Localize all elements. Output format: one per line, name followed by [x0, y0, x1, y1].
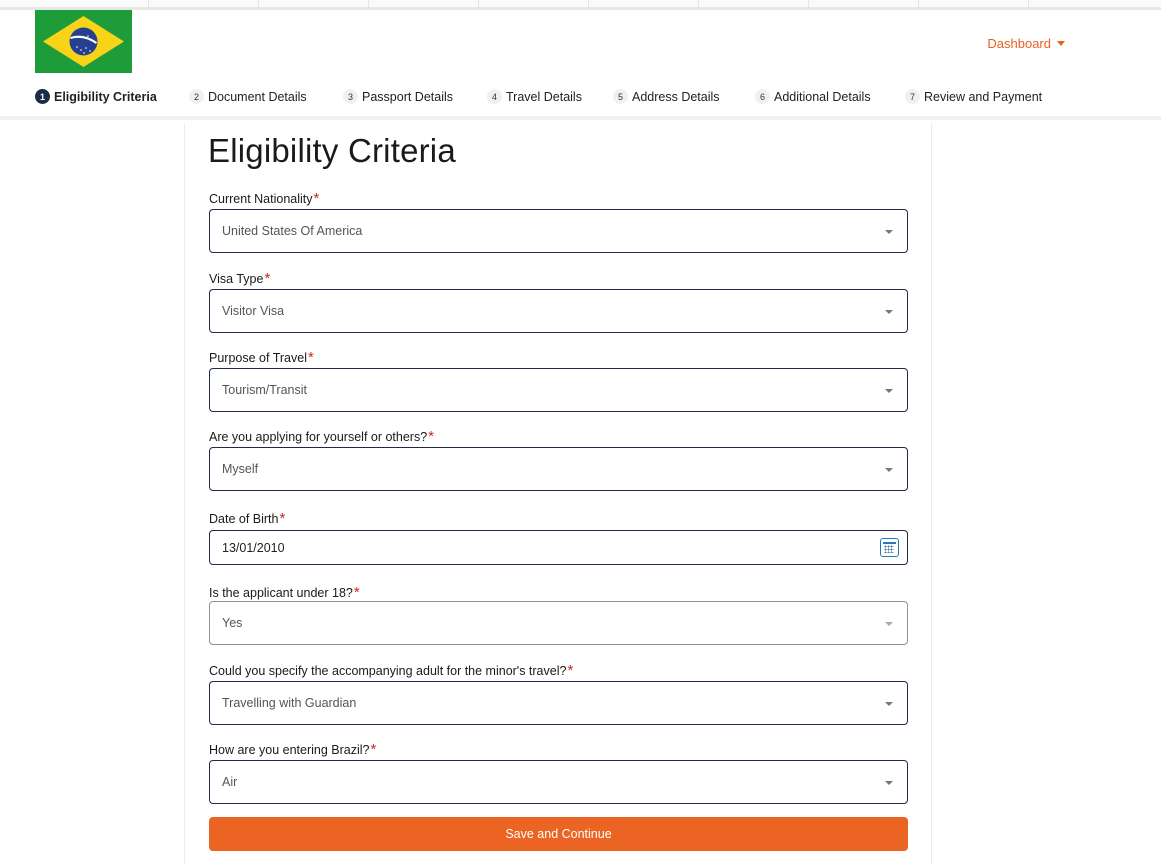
label-text: Visa Type: [209, 272, 264, 286]
step-label: Eligibility Criteria: [54, 89, 157, 104]
step-address-details[interactable]: 5 Address Details: [613, 89, 720, 104]
required-mark: *: [313, 190, 320, 207]
chevron-down-icon: [885, 622, 893, 626]
caret-down-icon: [1057, 41, 1065, 46]
nationality-select[interactable]: United States Of America: [209, 209, 908, 253]
form-panel: Eligibility Criteria Current Nationality…: [184, 124, 932, 864]
field-label-date-of-birth: Date of Birth*: [209, 510, 285, 527]
step-document-details[interactable]: 2 Document Details: [189, 89, 307, 104]
step-label: Passport Details: [362, 89, 454, 104]
selected-value: Yes: [222, 616, 243, 630]
field-label-entry-mode: How are you entering Brazil?*: [209, 741, 376, 758]
entry-mode-select[interactable]: Air: [209, 760, 908, 804]
save-and-continue-button[interactable]: Save and Continue: [209, 817, 908, 851]
label-text: Date of Birth: [209, 512, 279, 526]
label-text: Current Nationality: [209, 192, 313, 206]
field-label-purpose: Purpose of Travel*: [209, 349, 314, 366]
step-label: Travel Details: [506, 89, 582, 104]
top-strip: [0, 0, 1161, 10]
label-text: Could you specify the accompanying adult…: [209, 664, 567, 678]
step-passport-details[interactable]: 3 Passport Details: [343, 89, 453, 104]
field-label-nationality: Current Nationality*: [209, 190, 319, 207]
visa-type-select[interactable]: Visitor Visa: [209, 289, 908, 333]
chevron-down-icon: [885, 230, 893, 234]
required-mark: *: [264, 270, 271, 287]
field-label-accompanying-adult: Could you specify the accompanying adult…: [209, 662, 573, 679]
required-mark: *: [353, 584, 360, 601]
step-number: 1: [35, 89, 50, 104]
step-number: 3: [343, 89, 358, 104]
site-header: Dashboard: [0, 10, 1161, 76]
step-number: 7: [905, 89, 920, 104]
step-number: 4: [487, 89, 502, 104]
step-review-and-payment[interactable]: 7 Review and Payment: [905, 89, 1042, 104]
required-mark: *: [567, 662, 574, 679]
step-number: 6: [755, 89, 770, 104]
required-mark: *: [307, 349, 314, 366]
chevron-down-icon: [885, 310, 893, 314]
selected-value: United States Of America: [222, 224, 363, 238]
step-label: Review and Payment: [924, 89, 1043, 104]
field-label-applying-for: Are you applying for yourself or others?…: [209, 428, 434, 445]
required-mark: *: [279, 510, 286, 527]
applying-for-select[interactable]: Myself: [209, 447, 908, 491]
label-text: How are you entering Brazil?: [209, 743, 370, 757]
label-text: Are you applying for yourself or others?: [209, 430, 428, 444]
chevron-down-icon: [885, 389, 893, 393]
label-text: Is the applicant under 18?: [209, 586, 353, 600]
step-label: Document Details: [208, 89, 307, 104]
date-of-birth-input[interactable]: 13/01/2010: [209, 530, 908, 565]
page-title: Eligibility Criteria: [208, 132, 456, 169]
step-label: Additional Details: [774, 89, 871, 104]
dashboard-menu[interactable]: Dashboard: [987, 36, 1065, 51]
field-label-under-18: Is the applicant under 18?*: [209, 584, 360, 601]
under-18-select[interactable]: Yes: [209, 601, 908, 645]
dashboard-label: Dashboard: [987, 36, 1051, 51]
required-mark: *: [428, 428, 435, 445]
selected-value: Tourism/Transit: [222, 383, 307, 397]
chevron-down-icon: [885, 702, 893, 706]
selected-value: Air: [222, 775, 238, 789]
label-text: Purpose of Travel: [209, 351, 307, 365]
step-eligibility-criteria[interactable]: 1 Eligibility Criteria: [35, 89, 157, 104]
chevron-down-icon: [885, 468, 893, 472]
chevron-down-icon: [885, 781, 893, 785]
step-travel-details[interactable]: 4 Travel Details: [487, 89, 582, 104]
step-number: 2: [189, 89, 204, 104]
step-number: 5: [613, 89, 628, 104]
field-label-visa-type: Visa Type*: [209, 270, 270, 287]
selected-value: Myself: [222, 462, 259, 476]
step-additional-details[interactable]: 6 Additional Details: [755, 89, 871, 104]
step-navigation: 1 Eligibility Criteria 2 Document Detail…: [0, 76, 1161, 120]
selected-value: Travelling with Guardian: [222, 696, 357, 710]
accompanying-adult-select[interactable]: Travelling with Guardian: [209, 681, 908, 725]
input-value: 13/01/2010: [222, 541, 285, 555]
brazil-flag-logo[interactable]: [35, 10, 132, 73]
selected-value: Visitor Visa: [222, 304, 285, 318]
step-label: Address Details: [632, 89, 720, 104]
calendar-icon[interactable]: [880, 538, 899, 557]
purpose-of-travel-select[interactable]: Tourism/Transit: [209, 368, 908, 412]
required-mark: *: [370, 741, 377, 758]
